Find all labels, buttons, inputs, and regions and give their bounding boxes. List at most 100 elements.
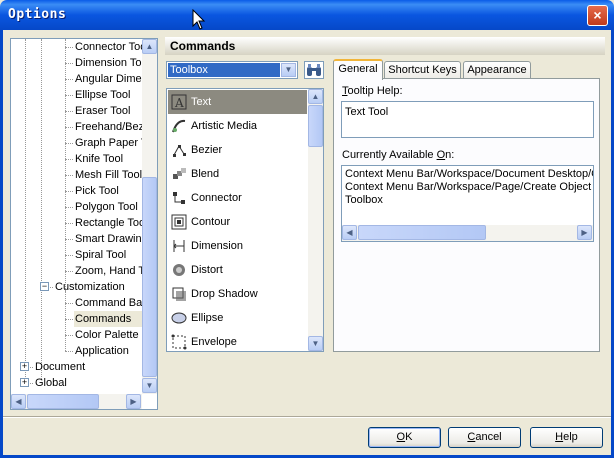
- tree-item-angular-dimension[interactable]: Angular Dimension: [74, 71, 142, 87]
- command-category-select[interactable]: Toolbox ▼: [166, 61, 298, 79]
- tree-item-label: Smart Drawing: [75, 233, 142, 245]
- tree-horizontal-scrollbar[interactable]: ◀ ▶: [11, 394, 142, 409]
- chevron-down-icon[interactable]: ▼: [281, 63, 296, 77]
- list-item[interactable]: Drop Shadow: [168, 282, 307, 306]
- cancel-button[interactable]: Cancel: [448, 427, 521, 448]
- commands-scrollbar[interactable]: ▲ ▼: [308, 89, 323, 351]
- tree-item-label: Document: [35, 361, 86, 373]
- hscroll-thumb[interactable]: [27, 394, 99, 409]
- tree-item-ellipse-tool[interactable]: Ellipse Tool: [74, 87, 142, 103]
- available-horizontal-scrollbar[interactable]: ◀ ▶: [342, 225, 593, 241]
- scroll-right-icon[interactable]: ▶: [577, 225, 592, 240]
- tree-item-label: Commands: [75, 313, 132, 325]
- close-button[interactable]: ×: [587, 5, 608, 26]
- tree-item-eraser-tool[interactable]: Eraser Tool: [74, 103, 142, 119]
- list-item[interactable]: Context Menu Bar/Workspace/Page/Create O…: [345, 181, 591, 194]
- list-item[interactable]: Blend: [168, 162, 307, 186]
- options-tree[interactable]: Connector Tool Dimension Tool Angular Dime…: [10, 38, 158, 410]
- scroll-down-icon[interactable]: ▼: [142, 378, 157, 393]
- list-item[interactable]: Dimension: [168, 234, 307, 258]
- list-item[interactable]: Ellipse: [168, 306, 307, 330]
- list-item[interactable]: Distort: [168, 258, 307, 282]
- tree-item-label: Polygon Tool: [75, 201, 138, 213]
- tooltip-help-field[interactable]: Text Tool: [341, 101, 594, 138]
- tree-item-pick-tool[interactable]: Pick Tool: [74, 183, 142, 199]
- currently-available-list[interactable]: Context Menu Bar/Workspace/Document Desk…: [341, 165, 594, 242]
- tree-vertical-scrollbar[interactable]: ▲ ▼: [142, 39, 157, 394]
- find-button[interactable]: [304, 61, 324, 79]
- tree-item-smart-drawing[interactable]: Smart Drawing: [74, 231, 142, 247]
- list-item[interactable]: A Text: [168, 90, 307, 114]
- tree-item-freehand-bezier[interactable]: Freehand/Bezier: [74, 119, 142, 135]
- mouse-cursor-icon: [192, 9, 206, 30]
- command-label: Ellipse: [191, 312, 224, 324]
- command-label: Contour: [191, 216, 231, 228]
- command-label: Dimension: [191, 240, 243, 252]
- command-label: Distort: [191, 264, 223, 276]
- collapse-icon[interactable]: −: [40, 282, 49, 291]
- scroll-up-icon[interactable]: ▲: [142, 39, 157, 54]
- page-title: Commands: [165, 37, 605, 55]
- title-bar: Options ×: [0, 0, 614, 30]
- help-button[interactable]: Help: [530, 427, 603, 448]
- command-label: Bezier: [191, 144, 223, 156]
- ok-button[interactable]: OK: [368, 427, 441, 448]
- currently-available-label: Currently Available On:: [342, 149, 455, 161]
- list-item[interactable]: Contour: [168, 210, 307, 234]
- tree-item-spiral-tool[interactable]: Spiral Tool: [74, 247, 142, 263]
- tree-item-connector-tool[interactable]: Connector Tool: [74, 39, 142, 55]
- scroll-thumb[interactable]: [308, 105, 323, 147]
- list-item[interactable]: Connector: [168, 186, 307, 210]
- blend-icon: [173, 168, 186, 179]
- list-item[interactable]: Context Menu Bar/Workspace/Document Desk…: [345, 168, 593, 181]
- tree-item-label: Angular Dimension: [75, 73, 142, 85]
- tree-item-mesh-fill-tool[interactable]: Mesh Fill Tool: [74, 167, 142, 183]
- list-item[interactable]: Artistic Media: [168, 114, 307, 138]
- artistic-media-icon: [172, 119, 186, 133]
- ellipse-icon: [171, 312, 187, 324]
- tab-shortcut-keys[interactable]: Shortcut Keys: [384, 61, 461, 79]
- tree-item-label: Dimension Tool: [75, 57, 142, 69]
- command-label: Envelope: [191, 336, 237, 348]
- tree-item-graph-paper-tool[interactable]: Graph Paper Tool: [74, 135, 142, 151]
- tree-item-commands[interactable]: Commands: [74, 311, 142, 327]
- scroll-thumb[interactable]: [142, 177, 157, 377]
- scroll-left-icon[interactable]: ◀: [11, 394, 26, 409]
- tree-item-document[interactable]: Document: [34, 359, 142, 375]
- envelope-icon: [171, 334, 187, 350]
- tree-item-polygon-tool[interactable]: Polygon Tool: [74, 199, 142, 215]
- scroll-up-icon[interactable]: ▲: [308, 89, 323, 104]
- tree-item-label: Graph Paper Tool: [75, 137, 142, 149]
- tree-item-label: Color Palette: [75, 329, 139, 341]
- scroll-left-icon[interactable]: ◀: [342, 225, 357, 240]
- expand-icon[interactable]: +: [20, 362, 29, 371]
- tree-item-color-palette[interactable]: Color Palette: [74, 327, 142, 343]
- command-label: Blend: [191, 168, 220, 180]
- tree-item-zoom-hand-tool[interactable]: Zoom, Hand Tool: [74, 263, 142, 279]
- scroll-right-icon[interactable]: ▶: [126, 394, 141, 409]
- command-label: Artistic Media: [191, 120, 258, 132]
- tree-item-customization[interactable]: Customization: [54, 279, 142, 295]
- general-tab-panel: Tooltip Help: Text Tool Currently Availa…: [333, 78, 600, 352]
- tree-item-rectangle-tool[interactable]: Rectangle Tool: [74, 215, 142, 231]
- bezier-icon: [173, 145, 186, 157]
- tree-item-command-bars[interactable]: Command Bars: [74, 295, 142, 311]
- commands-list[interactable]: A Text Artistic Media Bezier Blend Connector C…: [166, 88, 324, 352]
- tree-item-application[interactable]: Application: [74, 343, 142, 359]
- command-label: Drop Shadow: [191, 288, 258, 300]
- list-item[interactable]: Envelope: [168, 330, 307, 351]
- tab-general[interactable]: General: [333, 59, 383, 80]
- tree-item-global[interactable]: Global: [34, 375, 142, 391]
- command-label: Connector: [191, 192, 242, 204]
- scroll-down-icon[interactable]: ▼: [308, 336, 323, 351]
- list-item[interactable]: Toolbox: [345, 194, 383, 207]
- divider: [3, 416, 611, 418]
- hscroll-thumb[interactable]: [358, 225, 486, 240]
- tab-appearance[interactable]: Appearance: [463, 61, 531, 79]
- list-item[interactable]: Bezier: [168, 138, 307, 162]
- combo-selected-value: Toolbox: [168, 63, 280, 77]
- tree-item-knife-tool[interactable]: Knife Tool: [74, 151, 142, 167]
- tree-item-dimension-tool[interactable]: Dimension Tool: [74, 55, 142, 71]
- tree-item-label: Connector Tool: [75, 41, 142, 53]
- expand-icon[interactable]: +: [20, 378, 29, 387]
